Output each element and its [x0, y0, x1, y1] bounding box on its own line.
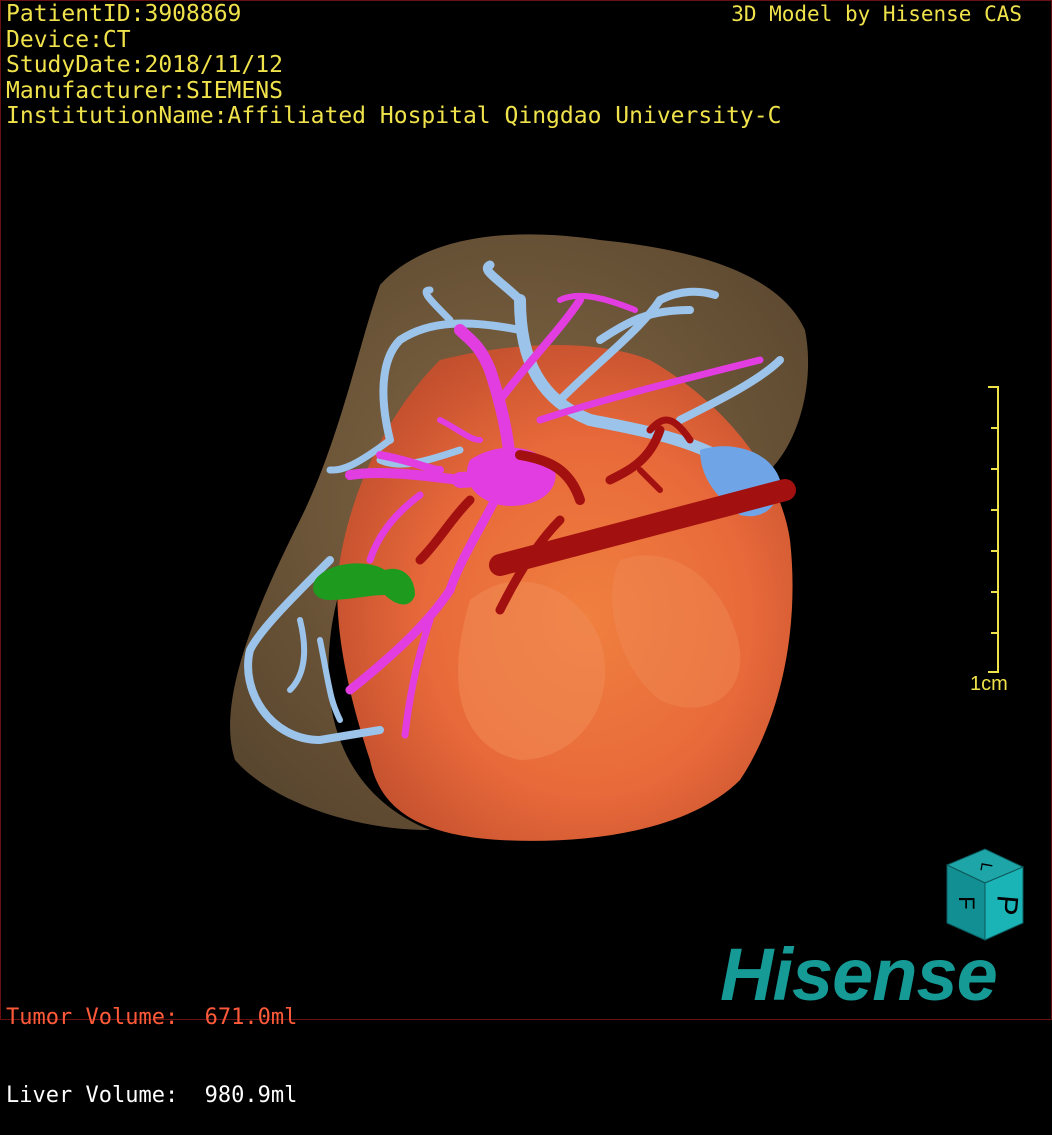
- patient-id: PatientID:3908869: [6, 1, 242, 27]
- manufacturer: Manufacturer:SIEMENS: [6, 77, 283, 104]
- tumor-volume: Tumor Volume: 671.0ml: [6, 1005, 298, 1030]
- liver-volume: Liver Volume: 980.9ml: [6, 1083, 298, 1108]
- cube-face-front: P: [989, 894, 1024, 917]
- liver-3d-model[interactable]: [0, 0, 1052, 1020]
- study-info: PatientID:3908869 Device:CT StudyDate:20…: [6, 1, 782, 130]
- orientation-cube-icon[interactable]: L P F: [935, 845, 1035, 945]
- model-credit: 3D Model by Hisense CAS: [731, 2, 1022, 26]
- device: Device:CT: [6, 26, 131, 53]
- institution-name: InstitutionName:Affiliated Hospital Qing…: [6, 103, 782, 129]
- study-date: StudyDate:2018/11/12: [6, 52, 283, 78]
- hisense-logo: Hisense: [720, 933, 998, 1016]
- cube-face-side: F: [954, 896, 979, 909]
- volume-stats: Tumor Volume: 671.0ml Liver Volume: 980.…: [6, 953, 297, 1135]
- scale-bar: [988, 386, 999, 673]
- scale-label: 1cm: [970, 673, 1008, 695]
